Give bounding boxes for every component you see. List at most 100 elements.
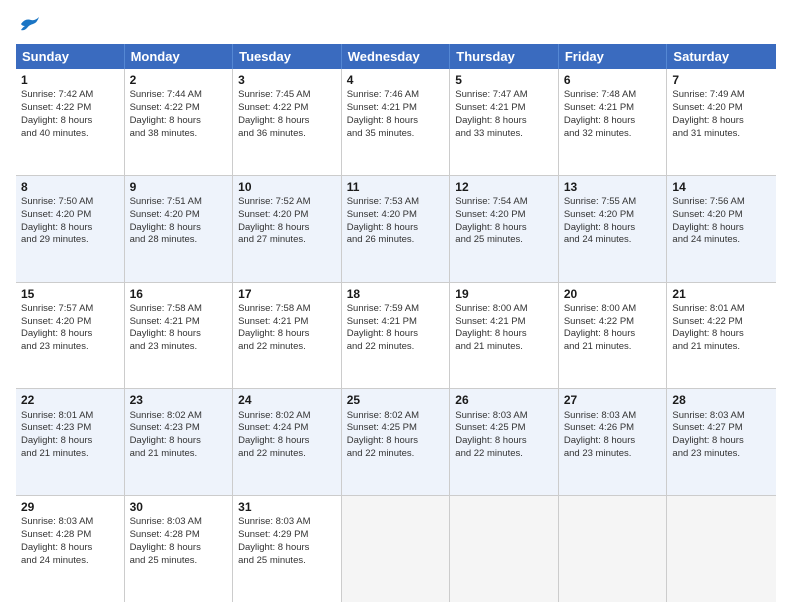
day-info: Daylight: 8 hours [21,328,119,341]
day-info: and 21 minutes. [455,341,553,354]
day-cell-2: 2Sunrise: 7:44 AMSunset: 4:22 PMDaylight… [125,69,234,175]
header-monday: Monday [125,44,234,69]
logo [16,16,41,36]
day-info: Sunrise: 7:58 AM [238,303,336,316]
day-info: Sunset: 4:23 PM [21,422,119,435]
day-info: Daylight: 8 hours [130,328,228,341]
day-info: Daylight: 8 hours [347,328,445,341]
day-info: Sunrise: 8:02 AM [347,410,445,423]
day-info: Daylight: 8 hours [564,222,662,235]
day-info: Sunset: 4:20 PM [21,209,119,222]
day-cell-25: 25Sunrise: 8:02 AMSunset: 4:25 PMDayligh… [342,389,451,495]
day-cell-26: 26Sunrise: 8:03 AMSunset: 4:25 PMDayligh… [450,389,559,495]
day-cell-1: 1Sunrise: 7:42 AMSunset: 4:22 PMDaylight… [16,69,125,175]
day-info: Daylight: 8 hours [238,222,336,235]
day-info: Daylight: 8 hours [21,115,119,128]
day-info: Daylight: 8 hours [672,115,771,128]
day-info: Sunset: 4:20 PM [238,209,336,222]
empty-cell [342,496,451,602]
day-info: and 38 minutes. [130,128,228,141]
day-info: Sunrise: 7:44 AM [130,89,228,102]
header [16,16,776,36]
day-cell-15: 15Sunrise: 7:57 AMSunset: 4:20 PMDayligh… [16,283,125,389]
day-info: and 31 minutes. [672,128,771,141]
empty-cell [450,496,559,602]
day-info: and 33 minutes. [455,128,553,141]
day-info: Daylight: 8 hours [130,222,228,235]
calendar-page: Sunday Monday Tuesday Wednesday Thursday… [0,0,792,612]
day-info: Sunset: 4:25 PM [347,422,445,435]
day-info: and 25 minutes. [455,234,553,247]
day-info: Daylight: 8 hours [238,435,336,448]
day-info: Sunset: 4:23 PM [130,422,228,435]
calendar-week-1: 1Sunrise: 7:42 AMSunset: 4:22 PMDaylight… [16,69,776,176]
day-cell-28: 28Sunrise: 8:03 AMSunset: 4:27 PMDayligh… [667,389,776,495]
day-info: Sunrise: 8:03 AM [455,410,553,423]
day-info: Daylight: 8 hours [672,222,771,235]
day-info: Daylight: 8 hours [455,435,553,448]
day-cell-6: 6Sunrise: 7:48 AMSunset: 4:21 PMDaylight… [559,69,668,175]
day-number: 8 [21,179,119,195]
day-number: 20 [564,286,662,302]
empty-cell [559,496,668,602]
day-info: and 36 minutes. [238,128,336,141]
day-info: Sunrise: 7:58 AM [130,303,228,316]
day-cell-31: 31Sunrise: 8:03 AMSunset: 4:29 PMDayligh… [233,496,342,602]
day-info: and 21 minutes. [564,341,662,354]
calendar-week-2: 8Sunrise: 7:50 AMSunset: 4:20 PMDaylight… [16,176,776,283]
day-info: Sunset: 4:20 PM [564,209,662,222]
day-info: Sunrise: 7:48 AM [564,89,662,102]
day-info: Daylight: 8 hours [455,328,553,341]
day-info: Sunrise: 8:03 AM [672,410,771,423]
day-number: 14 [672,179,771,195]
day-number: 28 [672,392,771,408]
day-info: Sunrise: 8:03 AM [564,410,662,423]
day-cell-3: 3Sunrise: 7:45 AMSunset: 4:22 PMDaylight… [233,69,342,175]
day-info: Sunrise: 7:45 AM [238,89,336,102]
day-info: Daylight: 8 hours [564,435,662,448]
day-info: Sunset: 4:22 PM [130,102,228,115]
day-cell-27: 27Sunrise: 8:03 AMSunset: 4:26 PMDayligh… [559,389,668,495]
day-number: 12 [455,179,553,195]
day-cell-29: 29Sunrise: 8:03 AMSunset: 4:28 PMDayligh… [16,496,125,602]
day-info: Sunset: 4:20 PM [130,209,228,222]
day-info: and 25 minutes. [130,555,228,568]
day-info: Sunrise: 8:00 AM [455,303,553,316]
day-info: and 24 minutes. [21,555,119,568]
day-info: and 40 minutes. [21,128,119,141]
day-info: Daylight: 8 hours [130,435,228,448]
day-info: Sunset: 4:20 PM [455,209,553,222]
day-info: Sunrise: 8:03 AM [238,516,336,529]
day-number: 15 [21,286,119,302]
day-info: and 22 minutes. [455,448,553,461]
day-info: and 22 minutes. [238,448,336,461]
day-info: and 25 minutes. [238,555,336,568]
day-info: and 27 minutes. [238,234,336,247]
day-info: and 29 minutes. [21,234,119,247]
day-number: 18 [347,286,445,302]
day-info: Sunrise: 8:00 AM [564,303,662,316]
day-number: 21 [672,286,771,302]
day-info: Sunset: 4:21 PM [130,316,228,329]
day-info: Daylight: 8 hours [238,115,336,128]
calendar-week-4: 22Sunrise: 8:01 AMSunset: 4:23 PMDayligh… [16,389,776,496]
day-info: Sunset: 4:22 PM [238,102,336,115]
day-info: Sunset: 4:21 PM [455,102,553,115]
day-cell-11: 11Sunrise: 7:53 AMSunset: 4:20 PMDayligh… [342,176,451,282]
day-cell-18: 18Sunrise: 7:59 AMSunset: 4:21 PMDayligh… [342,283,451,389]
header-friday: Friday [559,44,668,69]
day-info: Daylight: 8 hours [672,328,771,341]
day-info: Daylight: 8 hours [455,115,553,128]
header-tuesday: Tuesday [233,44,342,69]
day-info: and 24 minutes. [672,234,771,247]
day-info: and 28 minutes. [130,234,228,247]
day-cell-21: 21Sunrise: 8:01 AMSunset: 4:22 PMDayligh… [667,283,776,389]
day-number: 23 [130,392,228,408]
day-info: Sunset: 4:25 PM [455,422,553,435]
day-info: Sunset: 4:20 PM [347,209,445,222]
day-info: Sunset: 4:21 PM [347,316,445,329]
day-number: 2 [130,72,228,88]
day-info: and 32 minutes. [564,128,662,141]
day-cell-10: 10Sunrise: 7:52 AMSunset: 4:20 PMDayligh… [233,176,342,282]
day-info: Sunrise: 7:47 AM [455,89,553,102]
